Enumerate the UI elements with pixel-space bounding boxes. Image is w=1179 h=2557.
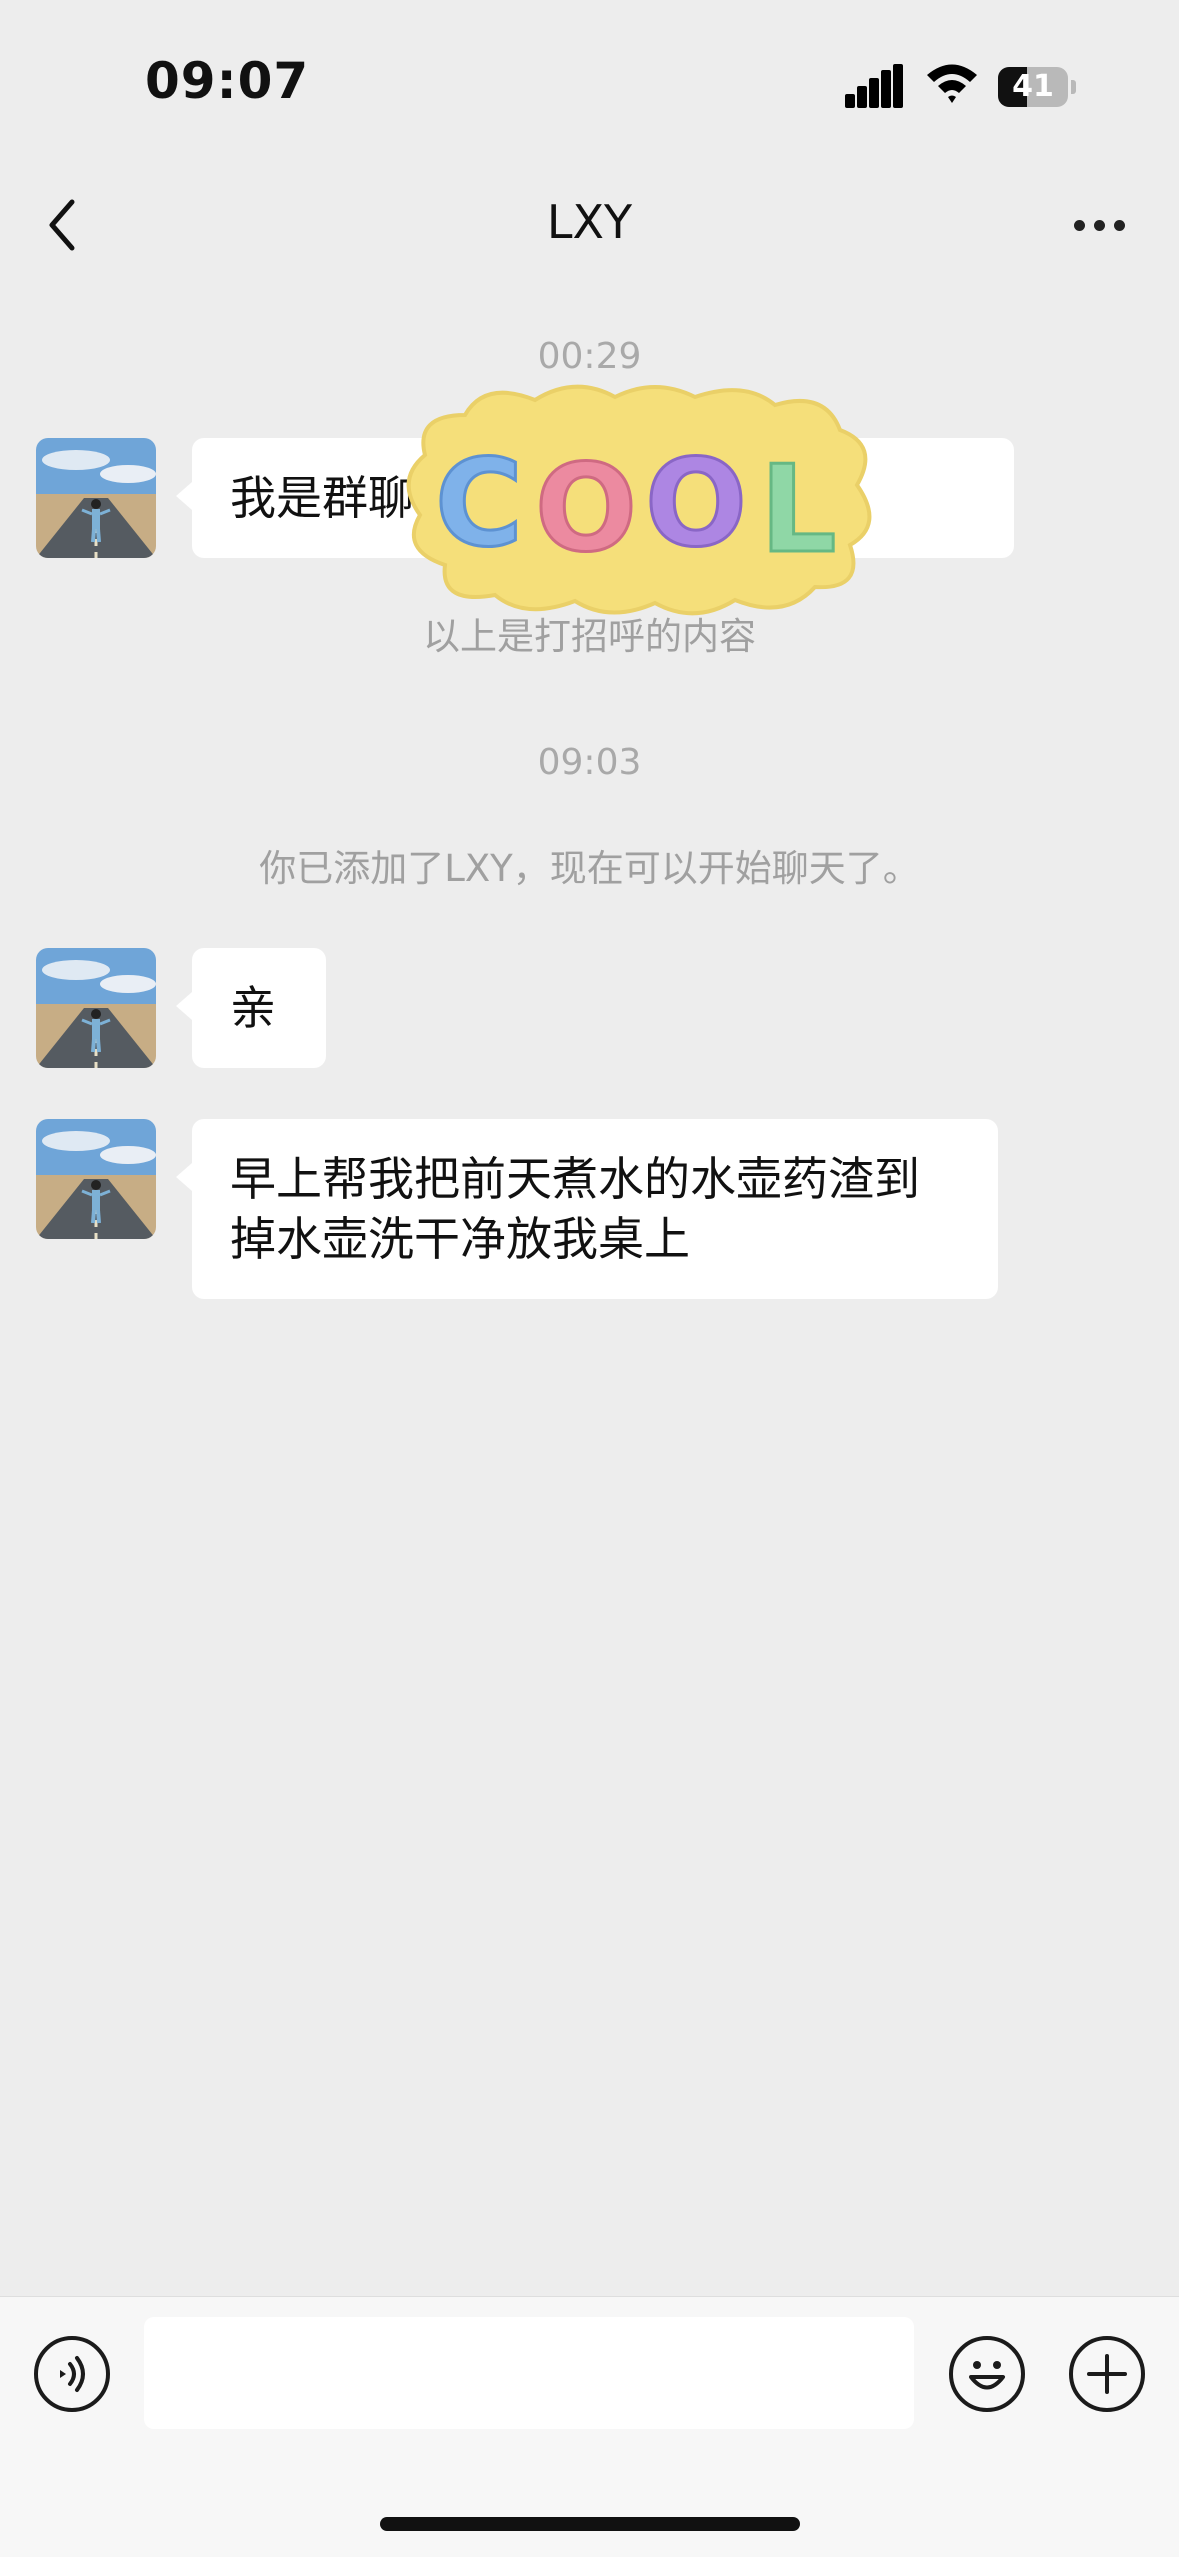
chat-title: LXY — [546, 195, 633, 249]
avatar[interactable] — [36, 1119, 156, 1239]
message-input[interactable] — [144, 2317, 914, 2429]
cool-sticker[interactable]: C O O L — [395, 375, 885, 625]
status-time: 09:07 — [145, 52, 310, 110]
avatar[interactable] — [36, 948, 156, 1068]
system-notice: 以上是打招呼的内容 — [423, 615, 756, 658]
wifi-icon — [927, 64, 977, 103]
message-bubble[interactable]: 早上帮我把前天煮水的水壶药渣到掉水壶洗干净放我桌上 — [176, 1119, 998, 1299]
timestamp: 09:03 — [537, 742, 642, 783]
sticker-letter: O — [645, 435, 747, 574]
message-text: 亲 — [230, 981, 276, 1035]
sticker-letter: O — [535, 440, 637, 579]
sticker-letter: L — [760, 441, 836, 580]
plus-icon[interactable] — [1069, 2336, 1145, 2412]
battery-icon: 41 — [998, 67, 1076, 107]
voice-icon[interactable] — [34, 2336, 110, 2412]
message-text: 早上帮我把前天煮水的水壶药渣到掉水壶洗干净放我桌上 — [230, 1152, 920, 1266]
cellular-signal-icon — [845, 64, 909, 108]
sticker-letter: C — [435, 435, 523, 574]
more-dots-icon[interactable] — [1060, 200, 1140, 250]
home-indicator — [380, 2517, 800, 2531]
system-notice: 你已添加了LXY，现在可以开始聊天了。 — [259, 847, 920, 890]
timestamp: 00:29 — [537, 336, 642, 377]
emoji-icon[interactable] — [949, 2336, 1025, 2412]
avatar[interactable] — [36, 438, 156, 558]
battery-percent: 41 — [1012, 69, 1054, 104]
message-bubble[interactable]: 亲 — [176, 948, 326, 1068]
